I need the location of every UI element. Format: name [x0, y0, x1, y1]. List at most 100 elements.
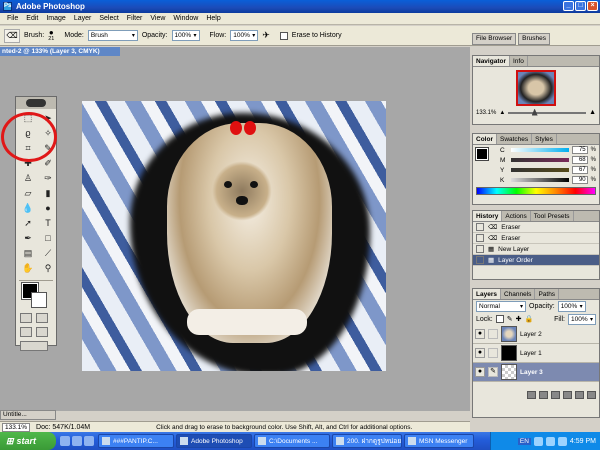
history-item[interactable]: ▦ New Layer	[473, 244, 599, 255]
standard-mode-button[interactable]	[20, 313, 32, 323]
menu-filter[interactable]: Filter	[123, 15, 147, 22]
taskbar-button[interactable]: MSN Messenger	[404, 434, 474, 448]
menu-select[interactable]: Select	[95, 15, 122, 22]
visibility-eye-icon[interactable]: ●	[475, 367, 485, 377]
dodge-tool-icon[interactable]: ●	[40, 202, 56, 215]
start-button[interactable]: ⊞ start	[0, 432, 56, 450]
channel-k-slider[interactable]	[511, 178, 569, 182]
tab-actions[interactable]: Actions	[502, 211, 531, 221]
background-color-swatch[interactable]	[31, 292, 47, 308]
taskbar-button[interactable]: 200. ฝากดูรูปหน่อย	[332, 434, 402, 448]
visibility-eye-icon[interactable]: ●	[475, 329, 485, 339]
history-brush-icon[interactable]: ✑	[40, 172, 56, 185]
clone-stamp-icon[interactable]: ♙	[20, 172, 36, 185]
taskbar-button-active[interactable]: Adobe Photoshop	[176, 434, 252, 448]
layer-row-active[interactable]: ● ✎ Layer 3	[473, 363, 599, 382]
tab-swatches[interactable]: Swatches	[497, 134, 533, 144]
zoom-tool-icon[interactable]: ⚲	[40, 262, 56, 275]
file-browser-tab[interactable]: File Browser	[472, 33, 517, 45]
zoom-in-icon[interactable]: ▲	[589, 109, 596, 116]
lock-paint-icon[interactable]: ✎	[507, 315, 513, 323]
brushes-tab[interactable]: Brushes	[518, 33, 550, 45]
tab-channels[interactable]: Channels	[501, 289, 536, 299]
blend-mode-select[interactable]: Normal	[476, 301, 526, 312]
minimize-button[interactable]: _	[563, 1, 574, 11]
navigator-zoom-slider[interactable]	[508, 108, 587, 116]
menu-window[interactable]: Window	[169, 15, 202, 22]
new-layer-icon[interactable]	[575, 391, 584, 399]
channel-m-value[interactable]: 68	[571, 156, 588, 164]
clock[interactable]: 4:59 PM	[570, 438, 596, 445]
tray-icon[interactable]	[545, 436, 555, 446]
tab-color[interactable]: Color	[473, 134, 497, 144]
new-set-icon[interactable]	[551, 391, 560, 399]
channel-m-slider[interactable]	[511, 158, 569, 162]
delete-layer-icon[interactable]	[587, 391, 596, 399]
gradient-tool-icon[interactable]: ▮	[40, 187, 56, 200]
channel-y-value[interactable]: 67	[571, 166, 588, 174]
shape-tool-icon[interactable]: □	[40, 232, 56, 245]
link-box[interactable]	[488, 348, 498, 358]
screen-mode-full-button[interactable]	[36, 327, 48, 337]
eyedropper-icon[interactable]: ⟋	[40, 247, 56, 260]
link-box[interactable]	[488, 329, 498, 339]
taskbar-button[interactable]: C:\Documents ...	[254, 434, 330, 448]
language-indicator[interactable]: EN	[517, 437, 531, 445]
brush-picker[interactable]: ● 21	[48, 29, 54, 43]
zoom-field[interactable]: 133.1%	[2, 422, 31, 432]
tab-navigator[interactable]: Navigator	[473, 56, 510, 66]
visibility-eye-icon[interactable]: ●	[475, 348, 485, 358]
hand-tool-icon[interactable]: ✋	[20, 262, 36, 275]
layer-opacity-field[interactable]: 100%	[557, 301, 586, 312]
history-source-box[interactable]	[476, 256, 484, 264]
notes-tool-icon[interactable]: ▤	[20, 247, 36, 260]
tab-styles[interactable]: Styles	[532, 134, 557, 144]
jump-to-imageready-button[interactable]	[20, 341, 48, 351]
quick-mask-button[interactable]	[36, 313, 48, 323]
history-item-active[interactable]: ▦ Layer Order	[473, 255, 599, 266]
adjustment-layer-icon[interactable]	[563, 391, 572, 399]
channel-y-slider[interactable]	[511, 168, 569, 172]
quick-launch-icon[interactable]	[84, 436, 94, 446]
tab-layers[interactable]: Layers	[473, 289, 501, 299]
layer-row[interactable]: ● Layer 2	[473, 325, 599, 344]
menu-file[interactable]: File	[3, 15, 22, 22]
history-source-box[interactable]	[476, 223, 484, 231]
doc-size[interactable]: Doc: 547K/1.04M	[36, 424, 90, 431]
blur-tool-icon[interactable]: 💧	[20, 202, 36, 215]
layer-mask-icon[interactable]	[539, 391, 548, 399]
close-button[interactable]: ×	[587, 1, 598, 11]
quick-launch-icon[interactable]	[60, 436, 70, 446]
quick-launch-icon[interactable]	[72, 436, 82, 446]
taskbar-button[interactable]: ###PANTIP.C...	[98, 434, 174, 448]
document-title[interactable]: nted-2 @ 133% (Layer 3, CMYK)	[0, 47, 120, 56]
path-selection-icon[interactable]: ➚	[20, 217, 36, 230]
menu-image[interactable]: Image	[42, 15, 69, 22]
tab-tool-presets[interactable]: Tool Presets	[531, 211, 574, 221]
color-foreground-swatch[interactable]	[475, 147, 489, 161]
lock-all-icon[interactable]: 🔒	[524, 315, 533, 323]
history-source-box[interactable]	[476, 234, 484, 242]
flow-field[interactable]: 100%	[230, 30, 259, 41]
zoom-out-icon[interactable]: ▲	[499, 110, 505, 116]
document-canvas[interactable]	[82, 101, 386, 371]
layer-style-icon[interactable]	[527, 391, 536, 399]
channel-c-slider[interactable]	[511, 148, 569, 152]
history-item[interactable]: ⌫ Eraser	[473, 233, 599, 244]
tab-history[interactable]: History	[473, 211, 503, 221]
toolbox-header[interactable]	[16, 97, 56, 109]
tab-info[interactable]: Info	[510, 56, 528, 66]
history-item[interactable]: ⌫ Eraser	[473, 222, 599, 233]
tray-icon[interactable]	[557, 436, 567, 446]
opacity-field[interactable]: 100%	[171, 30, 200, 41]
brush-link-icon[interactable]: ✎	[488, 367, 498, 377]
pen-tool-icon[interactable]: ✒	[20, 232, 36, 245]
menu-layer[interactable]: Layer	[70, 15, 96, 22]
lock-transparency-checkbox[interactable]	[495, 315, 504, 323]
tab-paths[interactable]: Paths	[535, 289, 560, 299]
mode-select[interactable]: Brush	[87, 30, 138, 41]
channel-k-value[interactable]: 90	[571, 176, 588, 184]
erase-history-checkbox[interactable]	[279, 31, 288, 40]
navigator-zoom[interactable]: 133.1%	[476, 110, 496, 116]
screen-mode-standard-button[interactable]	[20, 327, 32, 337]
